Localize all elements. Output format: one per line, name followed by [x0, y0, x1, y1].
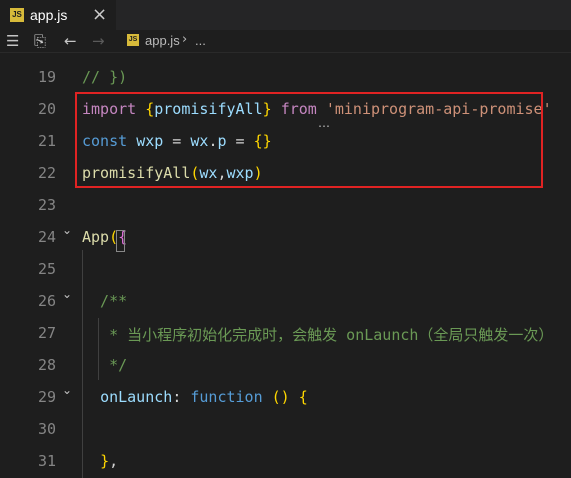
code-token: : — [172, 388, 191, 406]
code-line[interactable]: */ — [82, 356, 127, 374]
breadcrumb-separator-icon: › — [182, 32, 188, 47]
code-line[interactable]: /** — [82, 292, 127, 310]
bookmark-icon[interactable]: ⎘ — [34, 32, 46, 50]
code-token: onLaunch — [100, 388, 173, 406]
list-icon[interactable]: ☰ — [6, 32, 19, 50]
line-number: 28 — [37, 356, 56, 374]
tab-bar: JS app.js × — [0, 0, 571, 30]
line-number: 23 — [37, 196, 56, 214]
fold-chevron-down-icon[interactable]: ⌄ — [62, 223, 72, 237]
code-token: function — [190, 388, 263, 406]
code-token: App — [82, 228, 110, 246]
highlight-annotation-box — [75, 92, 543, 188]
code-token: () — [271, 388, 290, 406]
line-number: 24 — [37, 228, 56, 246]
line-number: 22 — [37, 164, 56, 182]
back-arrow-icon[interactable]: ← — [64, 32, 77, 50]
javascript-file-icon: JS — [10, 8, 24, 22]
line-number: 25 — [37, 260, 56, 278]
code-token: , — [109, 452, 119, 470]
code-token: } — [100, 452, 110, 470]
line-number: 20 — [37, 100, 56, 118]
code-token: * 当小程序初始化完成时，会触发 onLaunch（全局只触发一次） — [82, 326, 554, 344]
editor-toolbar: ☰ ⎘ ← → — [0, 30, 571, 53]
code-token: { — [298, 388, 308, 406]
line-number: 30 — [37, 420, 56, 438]
tab-app-js[interactable]: JS app.js × — [0, 0, 116, 30]
bracket-match-box — [116, 230, 125, 252]
line-number: 26 — [37, 292, 56, 310]
breadcrumb-more[interactable]: ... — [195, 33, 206, 48]
code-line[interactable]: }, — [82, 452, 118, 470]
code-token: */ — [82, 356, 128, 374]
fold-chevron-down-icon[interactable]: ⌄ — [62, 383, 72, 397]
forward-arrow-icon[interactable]: → — [92, 32, 105, 50]
tab-label: app.js — [30, 7, 68, 23]
code-line[interactable]: * 当小程序初始化完成时，会触发 onLaunch（全局只触发一次） — [82, 324, 553, 345]
line-number: 29 — [37, 388, 56, 406]
breadcrumb-file[interactable]: app.js — [145, 33, 180, 48]
line-number: 31 — [37, 452, 56, 470]
close-icon[interactable]: × — [92, 4, 107, 25]
breadcrumb-javascript-icon: JS — [127, 34, 139, 46]
line-number: 19 — [37, 68, 56, 86]
code-token: // }) — [82, 68, 128, 86]
code-line[interactable]: // }) — [82, 68, 127, 86]
line-number: 21 — [37, 132, 56, 150]
indent-guide-inner — [98, 318, 99, 380]
fold-chevron-down-icon[interactable]: ⌄ — [62, 287, 72, 301]
code-line[interactable]: onLaunch: function () { — [82, 388, 308, 406]
indent-guide — [82, 250, 83, 478]
code-token: /** — [82, 292, 128, 310]
line-number: 27 — [37, 324, 56, 342]
